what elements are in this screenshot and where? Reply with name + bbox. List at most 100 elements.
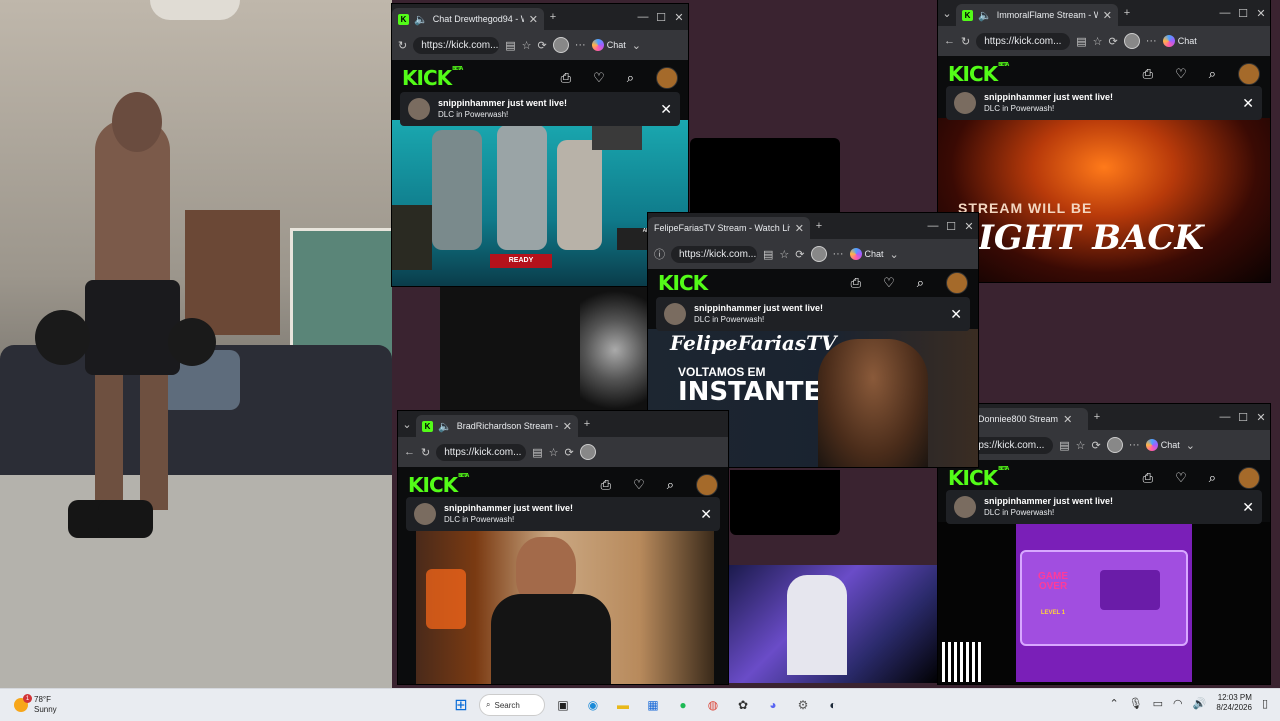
- profile-avatar[interactable]: [579, 444, 596, 460]
- following-heart-icon[interactable]: ♡: [1175, 66, 1187, 82]
- steam-icon[interactable]: ◐: [821, 693, 845, 717]
- minimize-icon[interactable]: —: [1216, 7, 1234, 19]
- chevron-down-icon[interactable]: ⌄: [632, 39, 641, 52]
- favorite-star-icon[interactable]: ☆: [1093, 35, 1103, 48]
- maximize-icon[interactable]: ☐: [652, 11, 670, 24]
- profile-avatar[interactable]: [552, 37, 569, 53]
- more-menu-icon[interactable]: ···: [575, 39, 586, 51]
- reader-icon[interactable]: ▤: [532, 446, 542, 459]
- reader-icon[interactable]: ▤: [1059, 439, 1069, 452]
- tab-drew[interactable]: K 🔈 Chat Drewthegod94 - Watch L ✕: [392, 8, 544, 30]
- back-icon[interactable]: ←: [404, 446, 415, 458]
- close-window-icon[interactable]: ✕: [670, 11, 688, 24]
- browser-window-drew[interactable]: K 🔈 Chat Drewthegod94 - Watch L ✕ + — ☐ …: [392, 4, 688, 286]
- stream-video[interactable]: [416, 529, 714, 684]
- more-menu-icon[interactable]: ···: [1146, 35, 1157, 47]
- copilot-chat-button[interactable]: Chat: [849, 248, 884, 260]
- taskbar-search[interactable]: ⌕ Search: [479, 694, 545, 716]
- copilot-chat-button[interactable]: Chat: [1162, 35, 1197, 47]
- following-heart-icon[interactable]: ♡: [633, 477, 645, 493]
- search-icon[interactable]: ⌕: [1209, 66, 1216, 82]
- copilot-chat-button[interactable]: Chat: [1145, 439, 1180, 451]
- user-avatar[interactable]: [656, 67, 678, 89]
- reader-icon[interactable]: ▤: [505, 39, 515, 52]
- close-window-icon[interactable]: ✕: [1252, 411, 1270, 424]
- clips-icon[interactable]: ⎙: [601, 477, 611, 493]
- user-avatar[interactable]: [696, 474, 718, 496]
- new-tab-icon[interactable]: +: [578, 418, 596, 430]
- store-icon[interactable]: ▦: [641, 693, 665, 717]
- tab-immoral[interactable]: K 🔈 ImmoralFlame Stream - Watc ✕: [956, 4, 1118, 26]
- close-tab-icon[interactable]: ✕: [529, 13, 538, 26]
- browser-window-donniee[interactable]: ⌄ K Donniee800 Stream ✕ + — ☐ ✕ ↻ https:…: [938, 404, 1270, 684]
- close-window-icon[interactable]: ✕: [960, 220, 978, 233]
- profile-avatar[interactable]: [1123, 33, 1140, 49]
- refresh-icon[interactable]: ↻: [421, 446, 430, 459]
- maximize-icon[interactable]: ☐: [1234, 7, 1252, 20]
- new-tab-icon[interactable]: +: [1118, 7, 1136, 19]
- info-icon[interactable]: ⓘ: [654, 246, 665, 262]
- discord-icon[interactable]: ◕: [761, 693, 785, 717]
- speaker-icon[interactable]: 🔈: [414, 13, 428, 26]
- browser-window-immoral[interactable]: ⌄ K 🔈 ImmoralFlame Stream - Watc ✕ + — ☐…: [938, 0, 1270, 282]
- user-avatar[interactable]: [946, 272, 968, 294]
- extensions-icon[interactable]: ⟳: [1109, 35, 1118, 48]
- speaker-icon[interactable]: 🔈: [978, 9, 992, 22]
- address-bar[interactable]: https://kick.com...: [671, 245, 757, 263]
- close-notification-icon[interactable]: ✕: [1242, 499, 1254, 516]
- tab-list-icon[interactable]: ⌄: [398, 418, 416, 431]
- following-heart-icon[interactable]: ♡: [883, 275, 895, 291]
- kick-logo[interactable]: KICK: [658, 271, 708, 295]
- maximize-icon[interactable]: ☐: [942, 220, 960, 233]
- microphone-icon[interactable]: 🎙: [1129, 697, 1143, 710]
- search-icon[interactable]: ⌕: [667, 477, 674, 493]
- speaker-icon[interactable]: 🔈: [438, 420, 452, 433]
- clock[interactable]: 12:03 PM 8/24/2026: [1216, 693, 1252, 713]
- kick-logo[interactable]: KICKBETA: [948, 466, 1009, 490]
- clips-icon[interactable]: ⎙: [1143, 470, 1153, 486]
- kick-logo[interactable]: KICKBETA: [402, 66, 463, 90]
- kick-logo[interactable]: KICKBETA: [408, 473, 469, 497]
- edge-icon[interactable]: ◉: [581, 693, 605, 717]
- address-bar[interactable]: https://kick.com...: [413, 36, 500, 54]
- browser-window-brad[interactable]: ⌄ K 🔈 BradRichardson Stream - Watc ✕ + ←…: [398, 411, 728, 684]
- clips-icon[interactable]: ⎙: [561, 70, 571, 86]
- favorite-star-icon[interactable]: ☆: [549, 446, 559, 459]
- refresh-icon[interactable]: ↻: [398, 39, 407, 52]
- more-menu-icon[interactable]: ···: [1129, 439, 1140, 451]
- close-window-icon[interactable]: ✕: [1252, 7, 1270, 20]
- close-tab-icon[interactable]: ✕: [563, 420, 572, 433]
- favorite-star-icon[interactable]: ☆: [522, 39, 532, 52]
- extensions-icon[interactable]: ⟳: [1092, 439, 1101, 452]
- close-notification-icon[interactable]: ✕: [1242, 95, 1254, 112]
- new-tab-icon[interactable]: +: [1088, 411, 1106, 423]
- following-heart-icon[interactable]: ♡: [593, 70, 605, 86]
- spotify-icon[interactable]: ●: [671, 693, 695, 717]
- close-notification-icon[interactable]: ✕: [950, 306, 962, 323]
- favorite-star-icon[interactable]: ☆: [1076, 439, 1086, 452]
- new-tab-icon[interactable]: +: [810, 220, 828, 232]
- stream-video[interactable]: APEX PACKS READY: [392, 120, 688, 286]
- stream-video[interactable]: GAME OVER LEVEL 1: [938, 522, 1270, 684]
- profile-avatar[interactable]: [810, 246, 827, 262]
- windows-start-icon[interactable]: ⊞: [449, 693, 473, 717]
- live-notification[interactable]: snippinhammer just went live! DLC in Pow…: [400, 92, 680, 126]
- search-icon[interactable]: ⌕: [917, 275, 924, 291]
- davinci-icon[interactable]: ✿: [731, 693, 755, 717]
- favorite-star-icon[interactable]: ☆: [779, 248, 789, 261]
- tab-brad[interactable]: K 🔈 BradRichardson Stream - Watc ✕: [416, 415, 578, 437]
- close-notification-icon[interactable]: ✕: [660, 101, 672, 118]
- tab-felipe[interactable]: FelipeFariasTV Stream - Watch Liv ✕: [648, 217, 810, 239]
- back-icon[interactable]: ←: [944, 35, 955, 47]
- copilot-chat-button[interactable]: Chat: [591, 39, 626, 51]
- user-avatar[interactable]: [1238, 63, 1260, 85]
- wifi-icon[interactable]: ◠: [1173, 697, 1183, 710]
- maximize-icon[interactable]: ☐: [1234, 411, 1252, 424]
- reader-icon[interactable]: ▤: [1076, 35, 1086, 48]
- chevron-down-icon[interactable]: ⌄: [890, 248, 899, 261]
- live-notification[interactable]: snippinhammer just went live! DLC in Pow…: [656, 297, 970, 331]
- profile-avatar[interactable]: [1106, 437, 1123, 453]
- clips-icon[interactable]: ⎙: [1143, 66, 1153, 82]
- user-avatar[interactable]: [1238, 467, 1260, 489]
- minimize-icon[interactable]: —: [924, 220, 942, 232]
